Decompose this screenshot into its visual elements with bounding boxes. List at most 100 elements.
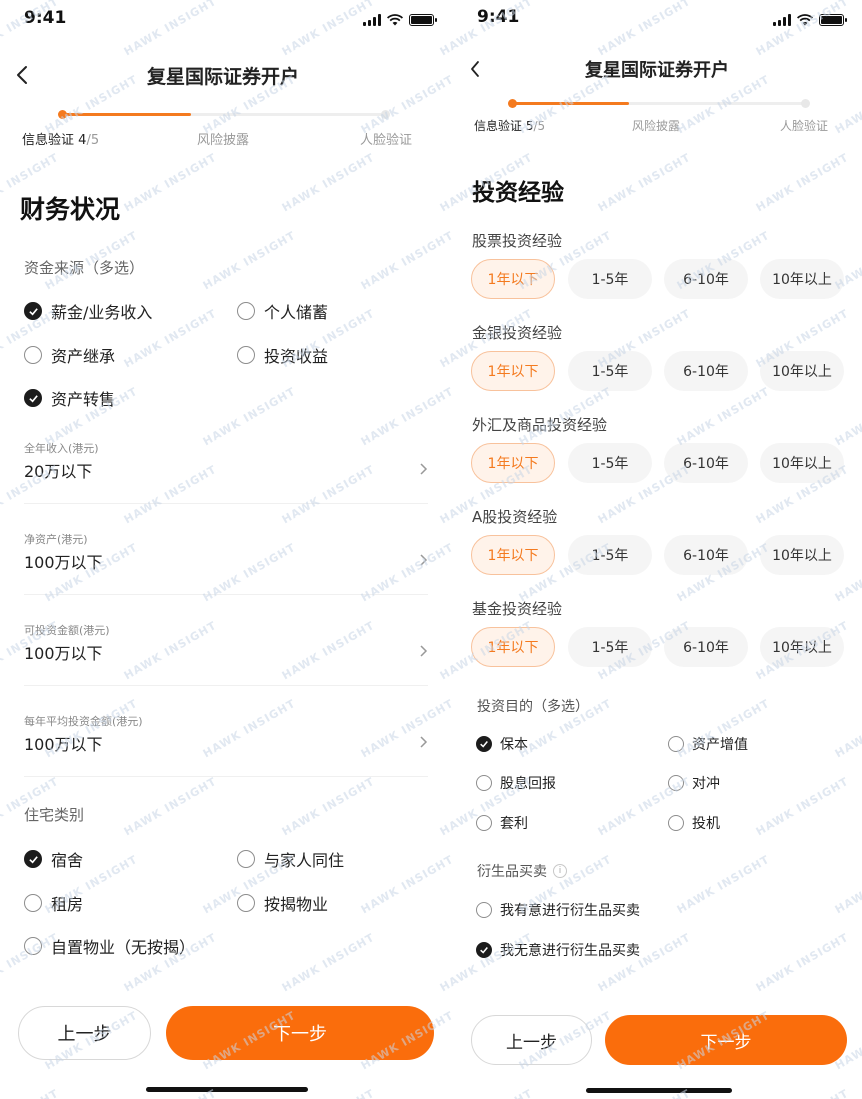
experience-chip[interactable]: 1-5年 — [568, 627, 652, 667]
step-risk: 风险披露 — [632, 119, 681, 133]
purpose-option[interactable]: 保本 — [476, 734, 528, 754]
chevron-right-icon — [420, 645, 428, 657]
experience-chip[interactable]: 10年以上 — [760, 259, 844, 299]
annual-investment-field[interactable]: 每年平均投资金额(港元) 100万以下 — [24, 713, 428, 777]
radio-icon — [476, 775, 492, 791]
housing-option[interactable]: 与家人同住 — [237, 847, 344, 871]
fund-source-option[interactable]: 投资收益 — [237, 343, 328, 367]
field-value: 100万以下 — [24, 735, 103, 754]
radio-icon — [476, 815, 492, 831]
status-time: 9:41 — [24, 8, 67, 28]
status-time: 9:41 — [477, 7, 520, 27]
experience-chip[interactable]: 1年以下 — [471, 259, 555, 299]
fund-source-option[interactable]: 个人储蓄 — [237, 299, 328, 323]
section-title: 投资经验 — [472, 180, 564, 206]
next-button[interactable]: 下一步 — [166, 1006, 434, 1060]
step-current: 信息验证 5/5 — [474, 119, 546, 133]
experience-chip[interactable]: 10年以上 — [760, 443, 844, 483]
battery-icon — [819, 14, 847, 26]
experience-chip[interactable]: 6-10年 — [664, 535, 748, 575]
experience-chip[interactable]: 1年以下 — [471, 351, 555, 391]
field-value: 20万以下 — [24, 462, 93, 481]
page-title: 复星国际证券开户 — [146, 66, 299, 88]
home-indicator — [586, 1088, 732, 1093]
housing-option[interactable]: 自置物业（无按揭） — [24, 934, 195, 958]
housing-label: 住宅类别 — [24, 806, 85, 824]
field-label: 可投资金额(港元) — [24, 624, 110, 637]
experience-chip[interactable]: 1-5年 — [568, 443, 652, 483]
radio-icon — [24, 894, 42, 912]
experience-chip[interactable]: 1年以下 — [471, 627, 555, 667]
check-icon — [24, 850, 42, 868]
radio-icon — [668, 736, 684, 752]
housing-option[interactable]: 租房 — [24, 891, 83, 915]
field-value: 100万以下 — [24, 553, 103, 572]
experience-chip[interactable]: 10年以上 — [760, 627, 844, 667]
right-screen: 9:41 复星国际证券开户 信息验证 5/5 风险披露 人脸验证 投资经验 股票… — [452, 0, 862, 1099]
purpose-option[interactable]: 套利 — [476, 813, 528, 833]
experience-group-label: 股票投资经验 — [472, 232, 563, 250]
experience-chip[interactable]: 6-10年 — [664, 259, 748, 299]
next-button[interactable]: 下一步 — [605, 1015, 847, 1065]
step-face: 人脸验证 — [360, 133, 413, 148]
experience-chip[interactable]: 1-5年 — [568, 535, 652, 575]
investable-amount-field[interactable]: 可投资金额(港元) 100万以下 — [24, 622, 428, 686]
field-label: 每年平均投资金额(港元) — [24, 715, 143, 728]
experience-chip[interactable]: 10年以上 — [760, 535, 844, 575]
progress-bar — [58, 110, 390, 119]
progress-start-dot — [58, 110, 67, 119]
left-screen: 9:41 复星国际证券开户 信息验证 4/5 风险披露 人脸验证 财务状况 资金… — [0, 0, 446, 1099]
purpose-option[interactable]: 股息回报 — [476, 773, 556, 793]
check-icon — [476, 942, 492, 958]
experience-group-label: 金银投资经验 — [472, 324, 563, 342]
signal-icon — [773, 14, 791, 26]
radio-icon — [668, 815, 684, 831]
battery-icon — [409, 14, 437, 26]
experience-group-label: 外汇及商品投资经验 — [472, 416, 608, 434]
annual-income-field[interactable]: 全年收入(港元) 20万以下 — [24, 440, 428, 504]
purpose-option[interactable]: 对冲 — [668, 773, 720, 793]
derivatives-option[interactable]: 我无意进行衍生品买卖 — [476, 940, 640, 960]
radio-icon — [237, 346, 255, 364]
status-icons — [773, 14, 847, 26]
prev-button[interactable]: 上一步 — [471, 1015, 592, 1065]
derivatives-option[interactable]: 我有意进行衍生品买卖 — [476, 900, 640, 920]
experience-chip[interactable]: 1年以下 — [471, 535, 555, 575]
experience-chip[interactable]: 1-5年 — [568, 351, 652, 391]
check-icon — [476, 736, 492, 752]
experience-chip[interactable]: 10年以上 — [760, 351, 844, 391]
experience-chip[interactable]: 1-5年 — [568, 259, 652, 299]
experience-chip[interactable]: 1年以下 — [471, 443, 555, 483]
signal-icon — [363, 14, 381, 26]
net-assets-field[interactable]: 净资产(港元) 100万以下 — [24, 531, 428, 595]
experience-group-label: 基金投资经验 — [472, 600, 563, 618]
housing-option[interactable]: 宿舍 — [24, 847, 83, 871]
chevron-right-icon — [420, 463, 428, 475]
status-bar: 9:41 — [0, 6, 446, 32]
fund-source-option[interactable]: 薪金/业务收入 — [24, 299, 152, 323]
experience-chip[interactable]: 6-10年 — [664, 443, 748, 483]
radio-icon — [476, 902, 492, 918]
field-label: 全年收入(港元) — [24, 442, 99, 455]
prev-button[interactable]: 上一步 — [18, 1006, 151, 1060]
status-bar: 9:41 — [452, 6, 862, 32]
derivatives-label: 衍生品买卖 i — [477, 861, 567, 881]
experience-chip[interactable]: 6-10年 — [664, 627, 748, 667]
experience-group-label: A股投资经验 — [472, 508, 558, 526]
step-current: 信息验证 4/5 — [22, 133, 100, 148]
home-indicator — [146, 1087, 308, 1092]
info-icon[interactable]: i — [553, 864, 567, 878]
step-risk: 风险披露 — [197, 133, 250, 148]
radio-icon — [24, 346, 42, 364]
housing-option[interactable]: 按揭物业 — [237, 891, 328, 915]
purpose-option[interactable]: 投机 — [668, 813, 720, 833]
wifi-icon — [386, 14, 404, 26]
radio-icon — [237, 850, 255, 868]
fund-source-option[interactable]: 资产转售 — [24, 386, 115, 410]
experience-chip[interactable]: 6-10年 — [664, 351, 748, 391]
progress-start-dot — [508, 99, 517, 108]
progress-bar — [508, 99, 810, 108]
fund-source-option[interactable]: 资产继承 — [24, 343, 115, 367]
purpose-option[interactable]: 资产增值 — [668, 734, 748, 754]
radio-icon — [237, 894, 255, 912]
